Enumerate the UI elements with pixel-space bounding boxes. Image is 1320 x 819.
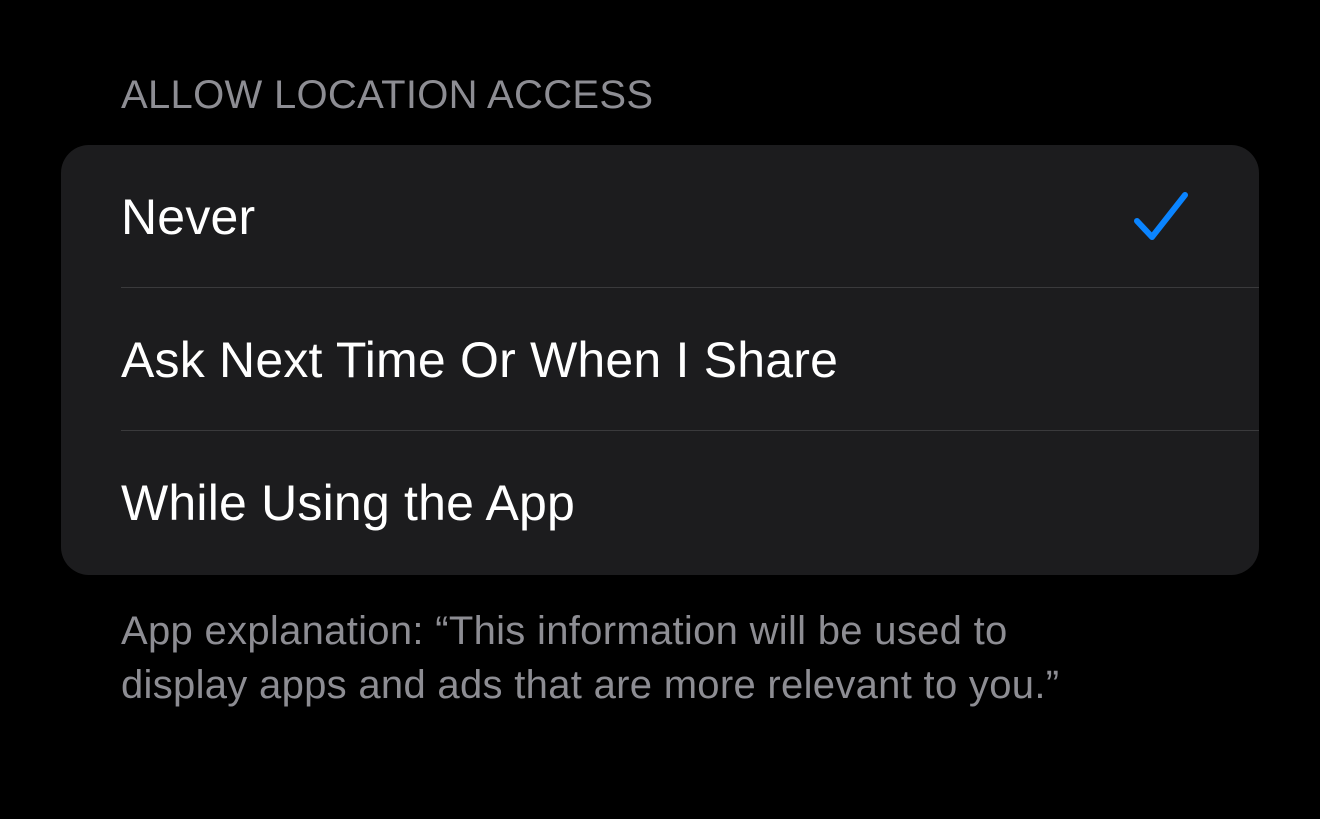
option-label: While Using the App: [121, 474, 576, 531]
location-access-options: Never Ask Next Time Or When I Share Whil…: [61, 145, 1259, 575]
section-header: ALLOW LOCATION ACCESS: [121, 73, 654, 117]
app-explanation-line-2: display apps and ads that are more relev…: [121, 663, 1060, 707]
option-label: Ask Next Time Or When I Share: [121, 331, 839, 388]
option-ask-next-time[interactable]: Ask Next Time Or When I Share: [61, 288, 1259, 431]
option-label: Never: [121, 188, 256, 245]
app-explanation: App explanation: “This information will …: [121, 604, 1221, 712]
app-explanation-line-1: App explanation: “This information will …: [121, 609, 1008, 653]
option-while-using[interactable]: While Using the App: [61, 431, 1259, 574]
checkmark-icon: [1134, 192, 1188, 240]
option-never[interactable]: Never: [61, 145, 1259, 288]
